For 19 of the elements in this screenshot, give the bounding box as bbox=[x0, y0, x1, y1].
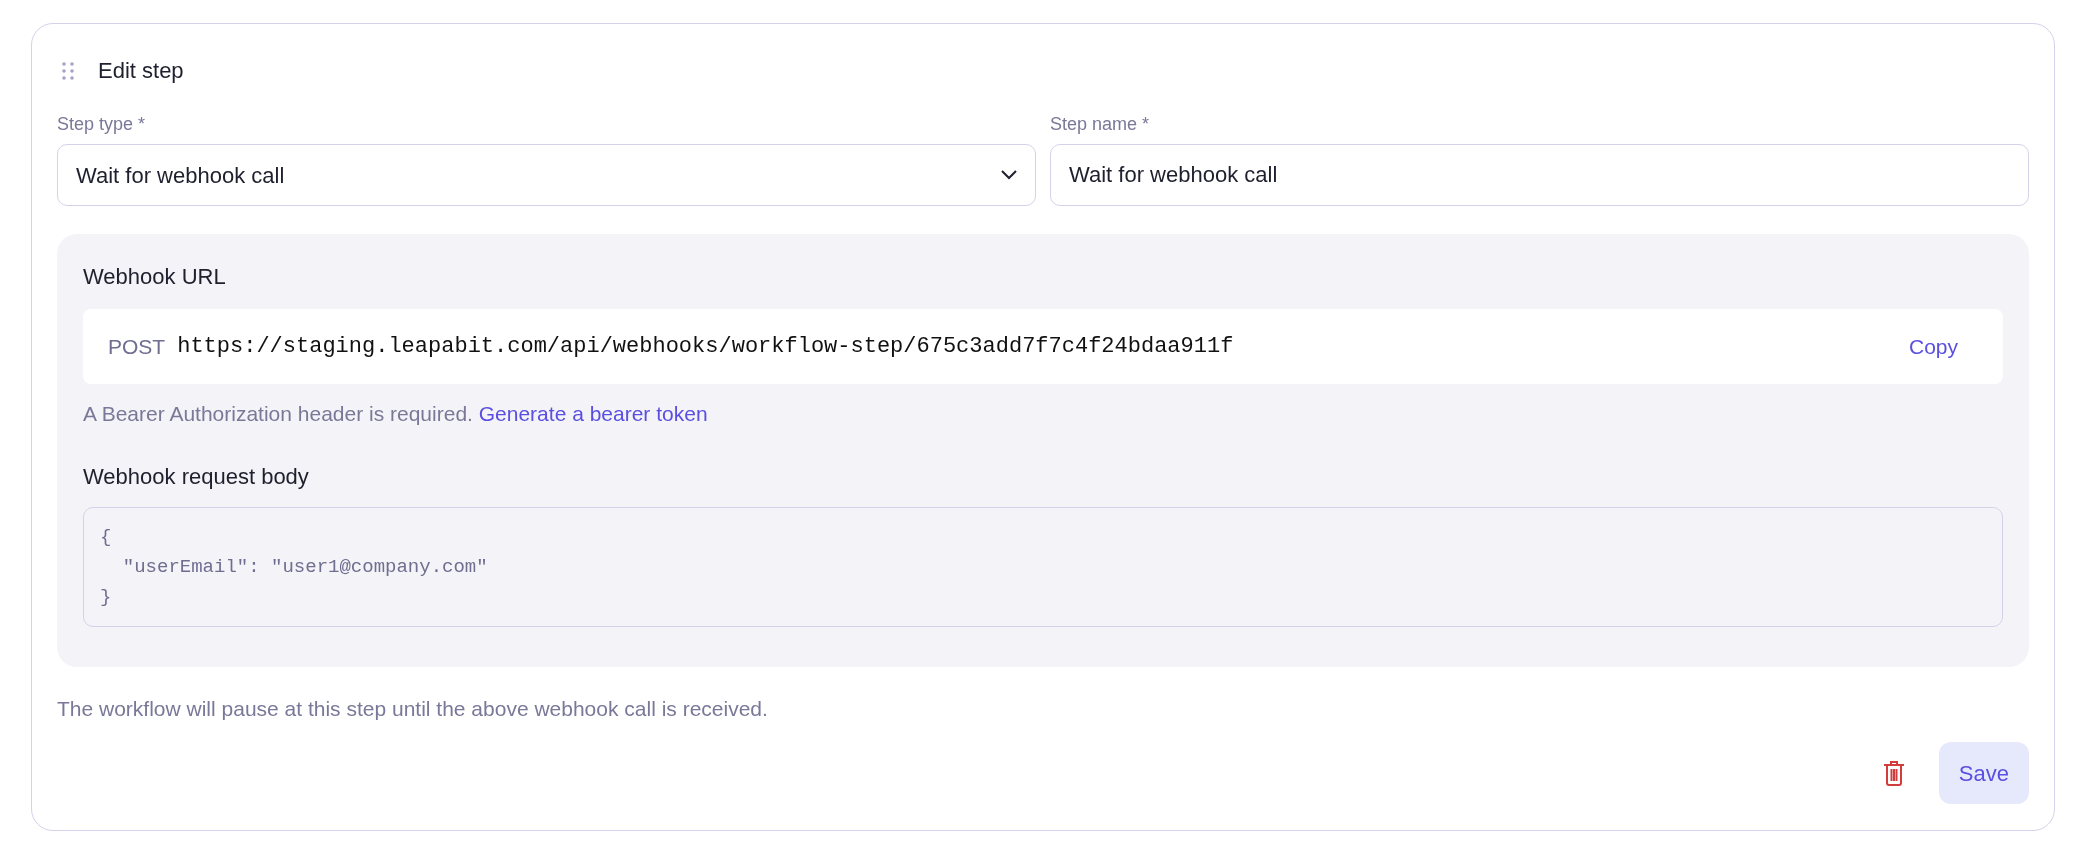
section-heading: Webhook request body bbox=[83, 462, 310, 491]
footer-note: The workflow will pause at this step until the above webhook call is received. bbox=[57, 695, 769, 722]
http-method: POST bbox=[108, 333, 166, 360]
trash-icon bbox=[1882, 760, 1905, 786]
field-label: Step name * bbox=[1050, 113, 1151, 136]
select-value: Wait for webhook call bbox=[76, 161, 285, 190]
webhook-url: https://staging.leapabit.com/api/webhooks/workflow-step/675c3add7f7c4f24bdaa911f bbox=[177, 333, 1234, 361]
section-heading: Webhook URL bbox=[83, 263, 227, 291]
chevron-down-icon bbox=[1001, 170, 1017, 180]
generate-token-link[interactable]: Generate a bearer token bbox=[478, 402, 708, 425]
drag-handle-icon[interactable] bbox=[62, 61, 74, 80]
copy-button[interactable]: Copy bbox=[1908, 330, 1958, 363]
request-body-code: { "userEmail": "user1@company.com" } bbox=[83, 506, 2003, 627]
step-name-field[interactable]: Wait for webhook call bbox=[1050, 144, 2029, 206]
field-label: Step type * bbox=[57, 113, 147, 136]
auth-note: A Bearer Authorization header is required. bbox=[83, 402, 473, 425]
step-type-select[interactable]: Wait for webhook call bbox=[57, 144, 1036, 206]
card-title: Edit step bbox=[98, 57, 184, 85]
save-button[interactable]: Save bbox=[1938, 742, 2029, 804]
